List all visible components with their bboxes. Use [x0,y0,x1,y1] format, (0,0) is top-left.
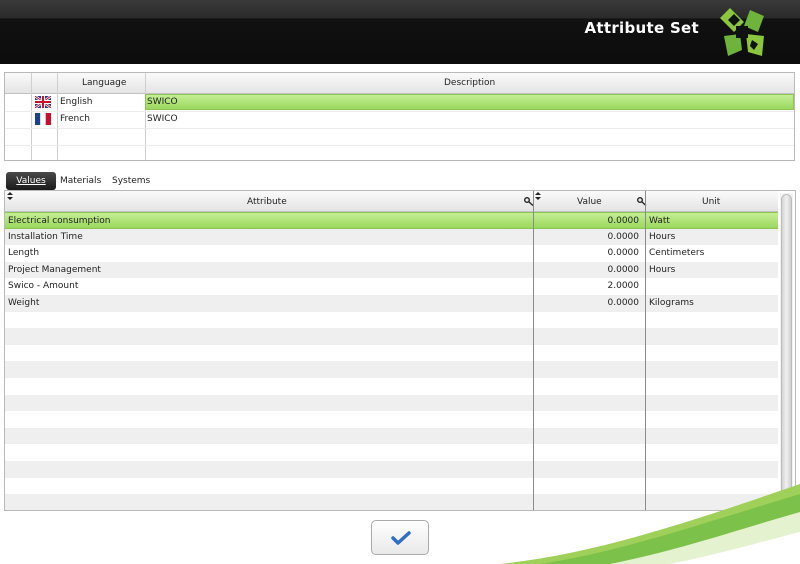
language-table-header: Language Description [5,73,794,94]
attribute-column-header[interactable]: Attribute [247,197,287,207]
empty-table-row [5,312,778,329]
table-row[interactable]: Installation Time 0.0000 Hours [5,228,778,246]
tab-values[interactable]: Values [6,172,56,190]
language-label: French [60,114,90,124]
language-label: English [60,97,93,107]
attribute-table-header: Attribute Value Unit [5,191,778,212]
france-flag-icon [35,113,51,125]
language-row-french[interactable]: French SWICO [5,111,794,128]
empty-table-row [5,345,778,362]
attribute-cell: Weight [8,298,40,308]
table-row[interactable]: Project Management 0.0000 Hours [5,261,778,279]
table-row[interactable]: Swico - Amount 2.0000 [5,278,778,295]
tab-systems[interactable]: Systems [112,172,150,190]
vertical-scrollbar[interactable] [780,193,793,510]
table-row[interactable]: Weight 0.0000 Kilograms [5,295,778,312]
attribute-cell: Electrical consumption [8,216,111,226]
value-column-header[interactable]: Value [577,197,602,207]
value-cell: 0.0000 [607,264,640,275]
attribute-table: Attribute Value Unit Electrical consumpt… [4,190,796,511]
value-cell: 0.0000 [607,298,640,308]
header-bar: Attribute Set [0,0,800,64]
language-row-english[interactable]: English SWICO [5,94,794,111]
sort-icon[interactable] [7,192,13,200]
unit-column-header[interactable]: Unit [702,197,720,207]
empty-table-row [5,411,778,428]
empty-table-row [5,328,778,345]
description-value: SWICO [147,114,178,124]
language-column-header[interactable]: Language [82,78,126,88]
empty-table-row [5,394,778,412]
description-value: SWICO [147,97,178,107]
checkmark-icon [391,531,411,545]
empty-table-row [5,378,778,395]
unit-cell: Watt [649,216,670,226]
unit-cell: Hours [649,264,676,275]
attribute-cell: Length [8,248,40,259]
empty-table-row [5,461,778,478]
language-table: Language Description English SWICO Frenc… [4,72,795,161]
attribute-cell: Project Management [8,264,101,275]
value-cell: 0.0000 [607,231,640,242]
tab-materials[interactable]: Materials [60,172,101,190]
scrollbar-thumb[interactable] [781,194,792,509]
confirm-button[interactable] [371,520,429,555]
attribute-cell: Installation Time [8,231,83,242]
empty-table-row [5,361,778,378]
uk-flag-icon [35,96,51,108]
value-cell: 0.0000 [607,216,640,226]
description-column-header[interactable]: Description [444,78,495,88]
attribute-cell: Swico - Amount [8,281,79,292]
value-cell: 0.0000 [607,248,640,259]
unit-cell: Hours [649,231,676,242]
empty-table-row [5,427,778,445]
unit-cell: Kilograms [649,298,694,308]
table-row[interactable]: Length 0.0000 Centimeters [5,245,778,262]
decorative-swoosh [500,484,800,564]
unit-cell: Centimeters [649,248,705,259]
page-title: Attribute Set [584,19,699,37]
sort-icon[interactable] [535,192,541,200]
value-cell: 2.0000 [607,281,640,292]
empty-table-row [5,444,778,461]
logo-icon [720,8,764,56]
table-row[interactable]: Electrical consumption 0.0000 Watt [5,212,778,229]
